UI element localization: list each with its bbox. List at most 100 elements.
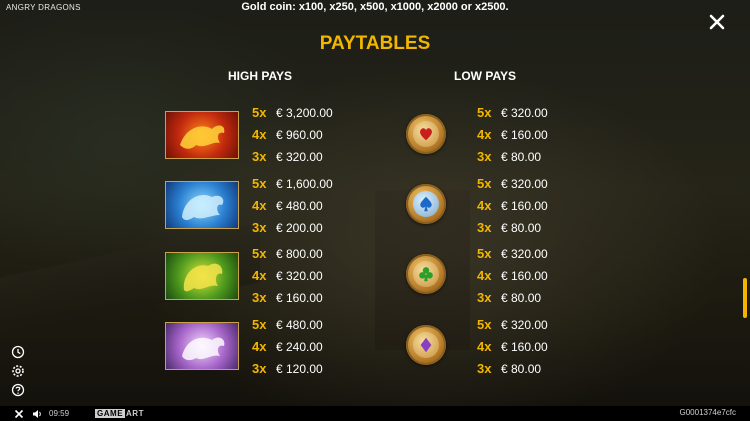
multiplier: 4x (477, 339, 492, 354)
pay-row: 5x € 320.00 (477, 173, 548, 195)
pay-value: € 80.00 (501, 150, 542, 164)
high-pays-group-3: 5x € 800.00 4x € 320.00 3x € 160.00 (252, 243, 323, 309)
pay-row: 5x € 1,600.00 (252, 173, 333, 195)
pay-value: € 480.00 (276, 318, 323, 332)
pay-row: 3x € 80.00 (477, 287, 548, 309)
multiplier: 5x (252, 176, 267, 191)
clock-time: 09:59 (49, 409, 70, 418)
pay-row: 5x € 800.00 (252, 243, 323, 265)
sound-icon[interactable] (32, 409, 43, 419)
multiplier: 5x (477, 317, 492, 332)
heart-coin-icon (406, 114, 446, 154)
low-pays-group-2: 5x € 320.00 4x € 160.00 3x € 80.00 (477, 173, 548, 239)
pay-value: € 3,200.00 (276, 106, 333, 120)
pay-value: € 320.00 (501, 106, 548, 120)
pay-row: 4x € 240.00 (252, 336, 323, 358)
multiplier: 4x (252, 198, 267, 213)
pay-value: € 80.00 (501, 221, 542, 235)
multiplier: 5x (252, 246, 267, 261)
pay-value: € 960.00 (276, 128, 323, 142)
pay-value: € 320.00 (276, 269, 323, 283)
pay-value: € 160.00 (501, 269, 548, 283)
close-icon (709, 14, 725, 30)
paytable-heading: PAYTABLES (319, 33, 431, 54)
pay-value: € 120.00 (276, 362, 323, 376)
pay-value: € 320.00 (276, 150, 323, 164)
pay-value: € 200.00 (276, 221, 323, 235)
multiplier: 4x (252, 268, 267, 283)
multiplier: 5x (252, 105, 267, 120)
pay-row: 4x € 960.00 (252, 124, 333, 146)
multiplier: 5x (477, 176, 492, 191)
diamond-coin-icon (406, 325, 446, 365)
pay-row: 5x € 3,200.00 (252, 102, 333, 124)
club-coin-icon (406, 254, 446, 294)
exit-icon[interactable] (14, 409, 24, 419)
multiplier: 3x (477, 149, 492, 164)
history-button[interactable] (11, 345, 25, 359)
pay-row: 4x € 160.00 (477, 124, 548, 146)
pay-value: € 160.00 (501, 340, 548, 354)
multiplier: 4x (477, 198, 492, 213)
help-icon (11, 383, 25, 397)
multiplier: 4x (252, 127, 267, 142)
pay-row: 5x € 320.00 (477, 102, 548, 124)
pay-value: € 80.00 (501, 362, 542, 376)
multiplier: 3x (252, 361, 267, 376)
multiplier: 4x (252, 339, 267, 354)
red-dragon-icon (165, 111, 239, 159)
multiplier: 3x (477, 220, 492, 235)
pay-value: € 800.00 (276, 247, 323, 261)
pay-row: 4x € 160.00 (477, 336, 548, 358)
green-dragon-icon (165, 252, 239, 300)
blue-dragon-icon (165, 181, 239, 229)
pay-row: 5x € 320.00 (477, 314, 548, 336)
scrollbar-thumb[interactable] (743, 278, 747, 318)
low-pays-group-1: 5x € 320.00 4x € 160.00 3x € 80.00 (477, 102, 548, 168)
pay-value: € 320.00 (501, 318, 548, 332)
high-pays-heading: HIGH PAYS (228, 69, 293, 83)
help-button[interactable] (11, 383, 25, 397)
multiplier: 4x (477, 127, 492, 142)
high-pays-group-1: 5x € 3,200.00 4x € 960.00 3x € 320.00 (252, 102, 333, 168)
pay-row: 3x € 120.00 (252, 358, 323, 380)
logo-game-text: GAME (95, 409, 126, 418)
multiplier: 3x (252, 149, 267, 164)
history-icon (11, 345, 25, 359)
high-pays-group-4: 5x € 480.00 4x € 240.00 3x € 120.00 (252, 314, 323, 380)
pay-value: € 1,600.00 (276, 177, 333, 191)
multiplier: 3x (477, 290, 492, 305)
pay-row: 5x € 480.00 (252, 314, 323, 336)
multiplier: 5x (477, 246, 492, 261)
pay-value: € 80.00 (501, 291, 542, 305)
pay-row: 3x € 320.00 (252, 146, 333, 168)
pay-value: € 320.00 (501, 177, 548, 191)
low-pays-heading: LOW PAYS (454, 69, 517, 83)
logo-art-text: ART (126, 409, 144, 418)
pay-row: 5x € 320.00 (477, 243, 548, 265)
multiplier: 5x (252, 317, 267, 332)
pay-row: 3x € 160.00 (252, 287, 323, 309)
overlay-dim (0, 0, 750, 421)
gear-icon (12, 365, 24, 377)
pay-row: 4x € 320.00 (252, 265, 323, 287)
multiplier: 5x (477, 105, 492, 120)
side-toolbar (11, 345, 27, 402)
spade-coin-icon (406, 184, 446, 224)
pay-row: 3x € 80.00 (477, 146, 548, 168)
multiplier: 3x (477, 361, 492, 376)
pay-row: 3x € 80.00 (477, 358, 548, 380)
low-pays-group-3: 5x € 320.00 4x € 160.00 3x € 80.00 (477, 243, 548, 309)
pay-value: € 480.00 (276, 199, 323, 213)
pay-row: 4x € 160.00 (477, 195, 548, 217)
close-button[interactable] (707, 12, 727, 32)
pay-value: € 160.00 (501, 199, 548, 213)
provider-logo: GAME ART (95, 409, 144, 418)
settings-button[interactable] (11, 364, 25, 378)
session-id: G0001374e7cfc (679, 408, 737, 417)
pay-value: € 160.00 (276, 291, 323, 305)
pay-value: € 320.00 (501, 247, 548, 261)
high-pays-group-2: 5x € 1,600.00 4x € 480.00 3x € 200.00 (252, 173, 333, 239)
pay-row: 3x € 200.00 (252, 217, 333, 239)
pay-row: 4x € 480.00 (252, 195, 333, 217)
